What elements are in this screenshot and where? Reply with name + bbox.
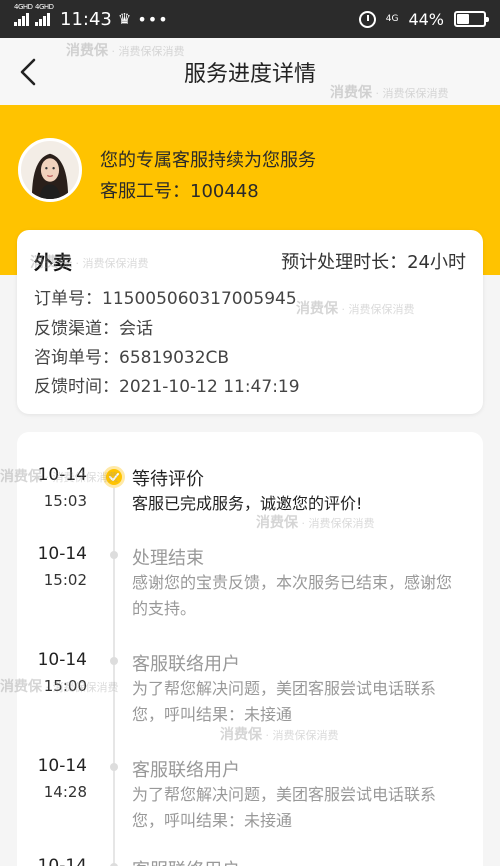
- watermark: 消费保 · 消费保保消费: [220, 727, 339, 743]
- feedback-channel: 反馈渠道：会话: [34, 319, 153, 339]
- order-number: 订单号：115005060317005945: [34, 289, 297, 309]
- agent-message: 您的专属客服持续为您服务: [100, 150, 316, 171]
- timeline-line: [113, 476, 115, 866]
- watermark: 消费保 · 消费保保消费: [0, 469, 119, 485]
- feedback-time: 反馈时间：2021-10-12 11:47:19: [34, 377, 300, 397]
- timeline-title: 客服联络用户: [132, 654, 240, 675]
- battery-percent: 44%: [408, 9, 444, 29]
- timeline-title: 等待评价: [132, 469, 204, 490]
- estimated-processing-time: 预计处理时长：24小时: [281, 252, 466, 273]
- crown-icon: ♛: [117, 10, 132, 28]
- clock: 11:43: [60, 8, 112, 30]
- watermark: 消费保 · 消费保保消费: [0, 679, 119, 695]
- more-notifications-icon: •••: [137, 9, 169, 29]
- timeline-desc: 感谢您的宝贵反馈，本次服务已结束，感谢您的支持。: [132, 573, 453, 618]
- chevron-left-icon: [20, 58, 36, 86]
- signal-icon: 4GHD: [35, 3, 54, 26]
- progress-timeline: 10-14 15:03 等待评价 客服已完成服务，诚邀您的评价! 10-14 1…: [17, 432, 483, 866]
- timeline-dot: [110, 657, 118, 665]
- battery-icon: [454, 11, 489, 27]
- timeline-date: 10-14: [37, 650, 87, 670]
- timeline-time: 15:03: [43, 492, 87, 510]
- status-bar: 4GHD 4GHD 11:43 ♛ ••• 4G 44%: [0, 0, 500, 38]
- watermark: 消费保 · 消费保保消费: [30, 255, 149, 271]
- timeline-time: 15:02: [43, 571, 87, 589]
- timeline-date: 10-14: [37, 856, 87, 866]
- page-title: 服务进度详情: [183, 61, 316, 87]
- timeline-date: 10-14: [37, 544, 87, 564]
- watermark: 消费保 · 消费保保消费: [256, 515, 375, 531]
- timeline-title: 客服联络用户: [132, 856, 240, 866]
- timeline-time: 14:28: [43, 783, 87, 801]
- timeline-title: 客服联络用户: [132, 760, 240, 781]
- agent-id: 客服工号：100448: [100, 181, 259, 202]
- signal-icon: 4GHD: [14, 3, 33, 26]
- timeline-desc: 为了帮您解决问题，美团客服尝试电话联系您，呼叫结果：未接通: [132, 785, 437, 830]
- timeline-dot: [110, 763, 118, 771]
- timeline-date: 10-14: [37, 756, 87, 776]
- network-4g-icon: 4G: [385, 13, 399, 24]
- timeline-title: 处理结束: [132, 548, 204, 569]
- timeline-dot: [110, 551, 118, 559]
- watermark: 消费保 · 消费保保消费: [66, 43, 185, 59]
- agent-avatar: [18, 138, 82, 202]
- back-button[interactable]: [14, 54, 46, 90]
- watermark: 消费保 · 消费保保消费: [330, 85, 449, 101]
- alarm-icon: [358, 10, 376, 28]
- inquiry-number: 咨询单号：65819032CB: [34, 348, 230, 368]
- timeline-desc: 为了帮您解决问题，美团客服尝试电话联系您，呼叫结果：未接通: [132, 679, 437, 724]
- watermark: 消费保 · 消费保保消费: [296, 301, 415, 317]
